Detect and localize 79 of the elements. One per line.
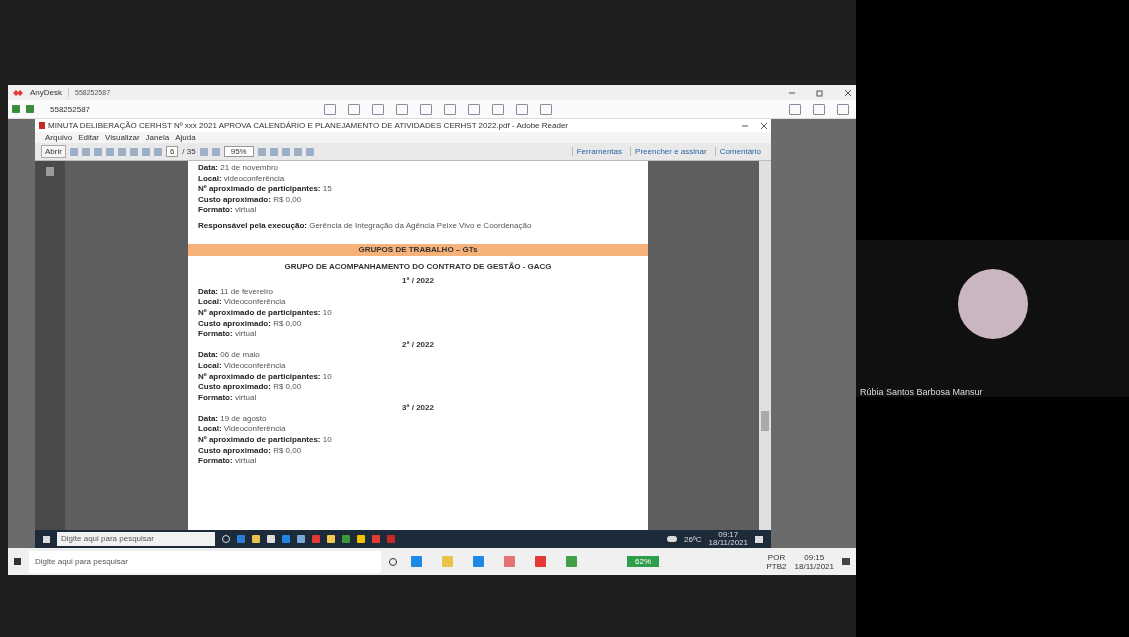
address-field[interactable]: 558252587 [50, 104, 91, 114]
menu-item[interactable]: Janela [145, 133, 170, 142]
toolbar-icon[interactable] [468, 103, 481, 115]
menu-item[interactable]: Editar [78, 133, 100, 142]
app-icon[interactable] [566, 556, 577, 567]
toolbar-icon[interactable] [348, 103, 361, 115]
app-logo-icon [12, 87, 24, 98]
restore-button[interactable] [816, 88, 824, 97]
cloud-icon [666, 536, 677, 542]
document-line: Custo aproximado: R$ 0,00 [198, 445, 303, 457]
document-line: Formato: virtual [198, 392, 258, 404]
toolbar-icon[interactable] [540, 103, 553, 115]
group-title: GRUPO DE ACOMPANHAMENTO DO CONTRATO DE GESTÃO - GACG [283, 261, 553, 273]
toolbar-icon[interactable] [444, 103, 457, 115]
menu-item[interactable]: Ajuda [175, 133, 196, 142]
document-line: Nº aproximado de participantes: 10 [198, 435, 333, 446]
menu-item[interactable]: Visualizar [105, 133, 140, 142]
document-line: Local: Videoconferência [198, 424, 287, 436]
document-line: Nº aproximado de participantes: 10 [198, 307, 333, 319]
app-icon[interactable] [535, 556, 546, 567]
menu-item[interactable]: Arquivo [45, 133, 73, 142]
document-line: Data: 21 de novembro [198, 163, 280, 174]
document-line: Data: 19 de agosto [198, 413, 268, 425]
app-icon[interactable] [442, 556, 453, 567]
meeting-heading: 2ª / 2022 [401, 339, 435, 351]
window-title: MINUTA DELIBERAÇÃO CERHST Nº xxx 2021 APROVA CALENDÁRIO E PLANEJAMENTO DE ATIVIDADES CERHST 2022.pdf - Adobe Reader [48, 121, 568, 130]
toolbar-icon[interactable] [492, 103, 505, 115]
document-line: Nº aproximado de participantes: 15 [198, 184, 333, 195]
document-line: Formato: virtual [198, 329, 258, 340]
document-line: Data: 06 de maio [198, 350, 261, 361]
app-name: AnyDesk [30, 88, 62, 97]
app-icon[interactable] [504, 556, 515, 567]
weather-text: 26ºC [683, 534, 702, 544]
status-icon [26, 105, 34, 113]
toolbar-icon[interactable] [516, 103, 529, 115]
battery-indicator: 62% [627, 556, 659, 567]
page-number-field[interactable]: 6 [165, 146, 179, 157]
clock[interactable]: 09:17 18/11/2021 [708, 531, 748, 547]
meeting-heading: 1ª / 2022 [401, 276, 435, 287]
section-banner: GRUPOS DE TRABALHO – GTs [188, 243, 648, 256]
clock[interactable]: 09:15 18/11/2021 [794, 552, 834, 571]
document-line: Local: Videoconferência [198, 360, 287, 372]
panel-button[interactable]: Comentário [714, 147, 765, 156]
search-field[interactable]: Digite aqui para pesquisar [29, 550, 381, 573]
zoom-in-icon[interactable] [211, 147, 220, 156]
panel-button[interactable]: Preencher e assinar [630, 147, 711, 156]
app-icon[interactable] [411, 556, 422, 567]
open-button[interactable]: Abrir [41, 145, 66, 158]
minimize-button[interactable] [742, 122, 748, 129]
app-icon[interactable] [473, 556, 484, 567]
scrollbar[interactable] [759, 161, 771, 530]
zoom-field[interactable]: 95% [223, 146, 254, 157]
close-button[interactable] [761, 122, 767, 129]
panel-button[interactable]: Ferramentas [571, 147, 627, 156]
pdf-icon [39, 122, 45, 129]
search-field[interactable]: Digite aqui para pesquisar [57, 532, 215, 546]
document-line: Nº aproximado de participantes: 10 [198, 371, 333, 383]
page-total: / 35 [182, 147, 196, 156]
notification-icon[interactable] [755, 535, 763, 543]
language-indicator[interactable]: POR PTB2 [766, 552, 787, 571]
responsible-line: Responsável pela execução: Gerência de Integração da Agência Peixe Vivo e Coordenação [198, 220, 533, 232]
pages-icon[interactable] [46, 167, 54, 176]
document-line: Custo aproximado: R$ 0,00 [198, 194, 303, 206]
document-line: Local: Videoconferência [198, 297, 287, 308]
toolbar-icon[interactable] [372, 103, 385, 115]
document-line: Data: 11 de fevereiro [198, 286, 274, 298]
toolbar-icon[interactable] [324, 103, 337, 115]
toolbar-icon[interactable] [420, 103, 433, 115]
document-line: Local: videoconferência [198, 173, 286, 185]
document-line: Formato: virtual [198, 205, 258, 216]
windows-logo-icon[interactable] [43, 535, 50, 543]
toolbar-icon[interactable] [396, 103, 409, 115]
document-line: Formato: virtual [198, 456, 258, 467]
participant-name: Rúbia Santos Barbosa Mansur [860, 387, 983, 397]
zoom-out-icon[interactable] [199, 147, 208, 156]
document-line: Custo aproximado: R$ 0,00 [198, 382, 303, 393]
close-button[interactable] [844, 88, 852, 97]
meeting-heading: 3ª / 2022 [401, 403, 435, 414]
document-line: Custo aproximado: R$ 0,00 [198, 318, 303, 330]
